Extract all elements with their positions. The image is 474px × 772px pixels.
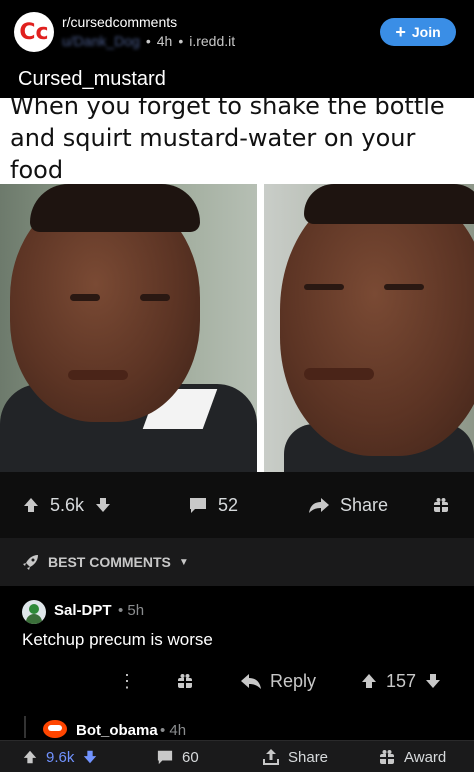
comment-username[interactable]: Sal-DPT <box>54 602 112 619</box>
subreddit-avatar[interactable]: Cc <box>14 12 54 52</box>
reply-time: • 4h <box>160 722 187 739</box>
hair-shape <box>304 184 474 224</box>
meta-separator: • <box>178 33 184 49</box>
comment-body: Ketchup precum is worse <box>22 630 213 649</box>
upvote-icon[interactable] <box>22 749 38 765</box>
bottom-award-label: Award <box>404 748 447 766</box>
bottom-action-bar: 9.6k 60 Share Award <box>0 740 474 772</box>
comment-time-value: 5h <box>127 602 145 619</box>
gift-icon <box>432 496 450 514</box>
post-meta: u/Dank_Dog • 4h • i.redd.it <box>62 33 235 49</box>
post-image[interactable]: When you forget to shake the bottle and … <box>0 98 474 472</box>
face-shape <box>280 186 474 456</box>
post-age: 4h <box>156 33 173 49</box>
closed-eye-shape <box>384 284 424 290</box>
subreddit-logo-icon: Cc <box>19 19 49 45</box>
downvote-active-icon[interactable] <box>82 749 98 765</box>
rocket-icon <box>22 553 40 571</box>
subreddit-name[interactable]: r/cursedcomments <box>62 14 177 30</box>
award-button[interactable] <box>432 472 450 538</box>
more-options-button[interactable]: ⋮ <box>118 666 136 696</box>
bottom-comments-button[interactable]: 60 <box>156 741 199 772</box>
post-header: Cc r/cursedcomments u/Dank_Dog • 4h • i.… <box>0 0 474 98</box>
meme-panel-right <box>264 184 474 472</box>
meta-separator: • <box>145 33 151 49</box>
eye-shape <box>140 294 170 301</box>
post-action-bar: 5.6k 52 Share <box>0 472 474 538</box>
post-author[interactable]: u/Dank_Dog <box>62 33 140 49</box>
comment-action-bar: ⋮ Reply 157 <box>0 666 474 696</box>
comment-icon <box>188 496 208 514</box>
upload-share-icon <box>262 748 280 766</box>
gift-icon <box>378 748 396 766</box>
comments-button[interactable]: 52 <box>188 472 238 538</box>
bottom-award-button[interactable]: Award <box>378 741 446 772</box>
reply-username[interactable]: Bot_obama <box>76 722 158 739</box>
upvote-icon[interactable] <box>360 672 378 690</box>
post-domain[interactable]: i.redd.it <box>189 33 235 49</box>
share-arrow-icon <box>308 496 330 514</box>
post-vote-count: 5.6k <box>50 494 85 515</box>
bottom-share-button[interactable]: Share <box>262 741 328 772</box>
post-title[interactable]: Cursed_mustard <box>18 68 166 91</box>
meme-caption: When you forget to shake the bottle and … <box>10 98 445 184</box>
snoo-avatar-icon[interactable] <box>42 716 68 738</box>
bottom-vote-group: 9.6k <box>22 741 98 772</box>
join-label: Join <box>411 24 441 40</box>
upvote-icon[interactable] <box>22 496 40 514</box>
share-button[interactable]: Share <box>308 472 388 538</box>
comment-sort-dropdown[interactable]: BEST COMMENTS ▼ <box>0 538 474 586</box>
comment-vote-group: 157 <box>360 666 442 696</box>
vote-group: 5.6k <box>22 472 112 538</box>
bottom-vote-count: 9.6k <box>46 748 75 766</box>
comment-vote-count: 157 <box>386 670 417 691</box>
mouth-shape <box>304 368 374 380</box>
comment-icon <box>156 749 174 765</box>
reply-label: Reply <box>270 670 317 691</box>
comment-award-button[interactable] <box>176 666 194 696</box>
mouth-shape <box>68 370 128 380</box>
reply-arrow-icon <box>240 672 262 690</box>
comment-time: • 5h <box>118 602 145 619</box>
avatar[interactable] <box>22 600 46 624</box>
hair-shape <box>30 184 200 232</box>
reply-button[interactable]: Reply <box>240 666 316 696</box>
thread-line[interactable] <box>24 716 26 738</box>
downvote-icon[interactable] <box>94 496 112 514</box>
downvote-icon[interactable] <box>424 672 442 690</box>
plus-icon: + <box>395 21 406 42</box>
sort-label: BEST COMMENTS <box>48 554 171 570</box>
join-button[interactable]: + Join <box>380 18 456 46</box>
gift-icon <box>176 672 194 690</box>
vertical-dots-icon: ⋮ <box>118 671 136 691</box>
meme-panel-left <box>0 184 257 472</box>
bottom-share-label: Share <box>288 748 329 766</box>
comment-count: 52 <box>218 494 239 515</box>
chevron-down-icon: ▼ <box>178 556 189 568</box>
share-label: Share <box>340 494 389 515</box>
bottom-comment-count: 60 <box>182 748 199 766</box>
closed-eye-shape <box>304 284 344 290</box>
reply-time-value: 4h <box>169 722 187 739</box>
eye-shape <box>70 294 100 301</box>
